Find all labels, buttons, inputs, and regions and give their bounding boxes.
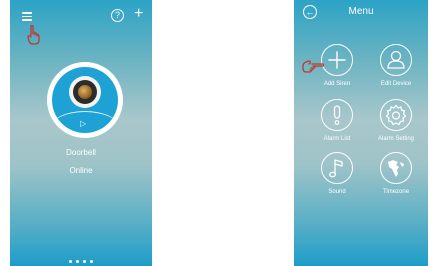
plus-icon xyxy=(328,51,346,69)
page-dot xyxy=(90,260,93,263)
menu-item-label: Alarm Setting xyxy=(377,136,414,142)
user-icon xyxy=(387,50,405,69)
bell-icon: ▷ xyxy=(80,119,87,128)
page-dot xyxy=(69,260,72,263)
menu-item-alarm-list[interactable]: Alarm List xyxy=(309,99,365,142)
device-name: Doorbell xyxy=(66,148,96,157)
page-dot xyxy=(76,260,79,263)
menu-screen: ← Menu Add Siren Edit Device Alarm List xyxy=(294,0,428,266)
alert-icon xyxy=(333,105,341,125)
menu-item-label: Timezone xyxy=(382,189,410,195)
menu-item-label: Add Siren xyxy=(323,81,351,87)
doorbell-device-button[interactable]: ▷ xyxy=(47,62,123,138)
page-title: Menu xyxy=(348,6,374,17)
menu-item-alarm-setting[interactable]: Alarm Setting xyxy=(368,99,424,142)
question-circle-icon[interactable]: ? xyxy=(111,9,124,22)
device-status: Online xyxy=(69,166,93,175)
page-indicator xyxy=(10,257,152,263)
music-note-icon xyxy=(329,159,343,178)
menu-item-sound[interactable]: Sound xyxy=(309,152,365,195)
menu-item-label: Edit Device xyxy=(380,81,412,87)
menu-item-edit-device[interactable]: Edit Device xyxy=(368,44,424,87)
pointing-hand-icon xyxy=(27,25,40,45)
add-device-button[interactable]: + xyxy=(134,6,143,22)
gear-icon xyxy=(385,104,407,126)
camera-icon: ▷ xyxy=(52,67,118,133)
menu-item-label: Alarm List xyxy=(323,136,351,142)
hamburger-icon[interactable] xyxy=(22,12,32,21)
menu-item-label: Sound xyxy=(328,189,346,195)
home-screen: ? + ▷ Doorbell Online xyxy=(10,0,152,266)
page-dot xyxy=(83,260,86,263)
globe-icon xyxy=(388,160,404,177)
menu-item-timezone[interactable]: Timezone xyxy=(368,152,424,195)
pointing-hand-icon xyxy=(302,60,324,73)
